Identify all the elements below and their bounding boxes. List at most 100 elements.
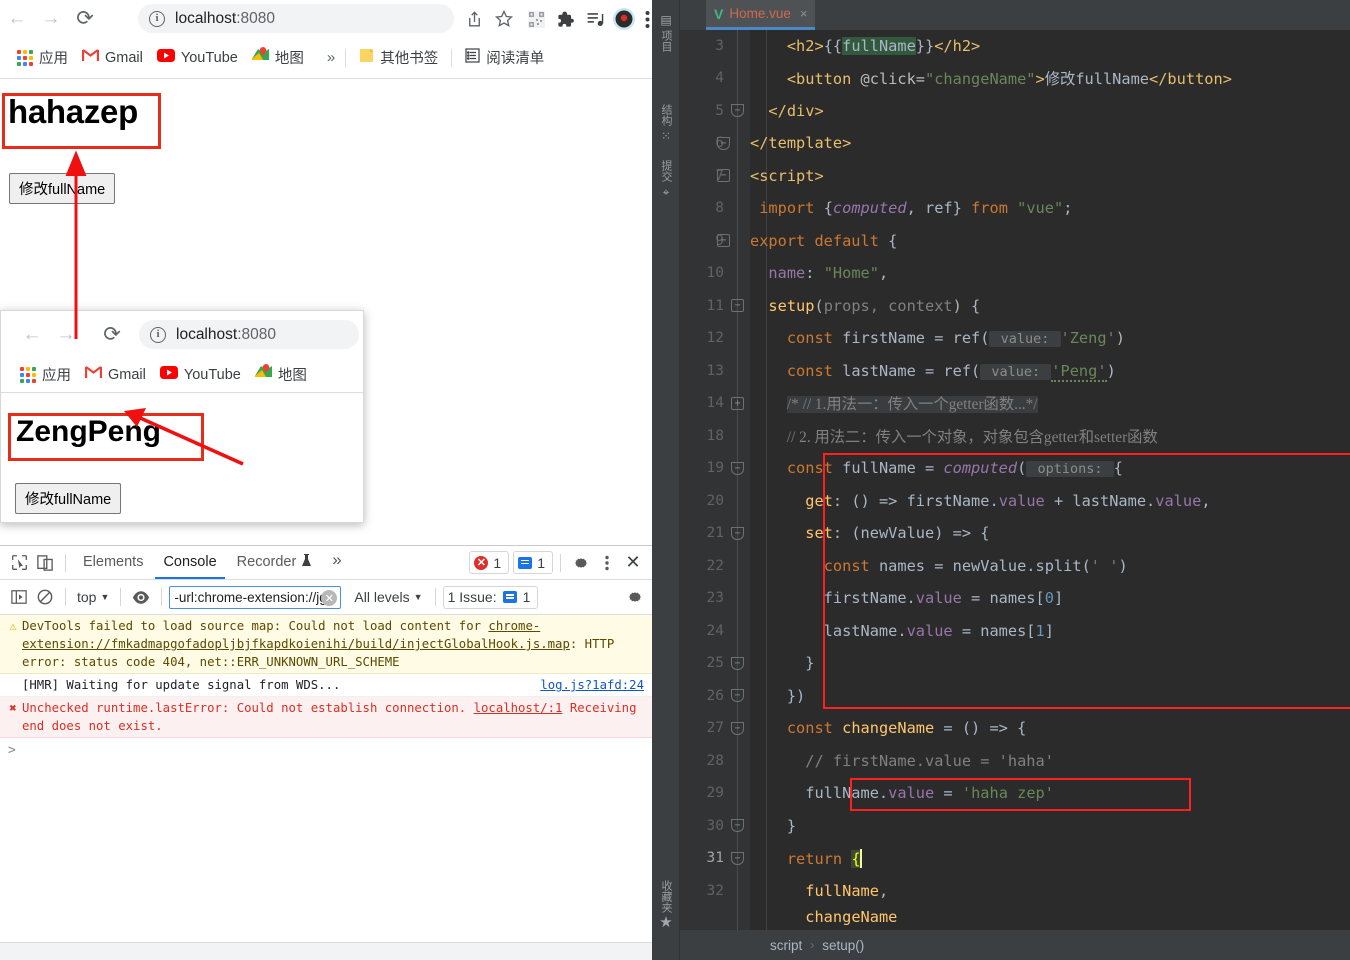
line-number: 5 <box>715 102 724 119</box>
gmail-icon <box>85 366 102 383</box>
inset-address-bar[interactable]: i localhost:8080 <box>139 320 359 349</box>
site-info-icon[interactable]: i <box>150 326 166 343</box>
folder-icon <box>359 48 374 67</box>
console-message-log[interactable]: [HMR] Waiting for update signal from WDS… <box>0 674 652 697</box>
fold-marker[interactable]: − <box>731 299 744 312</box>
bookmark-apps[interactable]: 应用 <box>13 361 78 388</box>
code-text: lastName.value = names[1] <box>750 621 1054 640</box>
line-number: 22 <box>706 557 724 574</box>
log-level-selector[interactable]: All levels ▼ <box>349 589 427 605</box>
clear-filter-icon[interactable]: ✕ <box>321 590 338 606</box>
reload-icon[interactable]: ⟳ <box>68 2 102 36</box>
bookmarks-overflow-icon[interactable]: » <box>323 49 339 66</box>
console-sidebar-icon[interactable] <box>6 584 32 610</box>
bookmark-apps[interactable]: 应用 <box>10 44 75 71</box>
info-count-badge[interactable]: 1 <box>513 551 553 574</box>
fold-marker[interactable]: − <box>731 656 744 670</box>
address-bar-text: localhost:8080 <box>175 10 275 28</box>
sidebar-item-favorites[interactable]: 收藏夹 ★ <box>652 880 680 930</box>
code-text: const changeName = () => { <box>786 719 1027 738</box>
device-toolbar-icon[interactable] <box>32 550 58 576</box>
address-bar[interactable]: i localhost:8080 <box>138 4 454 33</box>
sidebar-item-project[interactable]: ▤ 项目 <box>652 14 680 52</box>
console-message-text: Unchecked runtime.lastError: Could not e… <box>22 701 637 733</box>
bookmark-youtube[interactable]: YouTube <box>150 46 245 69</box>
forward-icon[interactable]: → <box>34 2 68 36</box>
error-count-badge[interactable]: ✕ 1 <box>469 551 510 574</box>
bookmark-maps[interactable]: 地图 <box>245 44 311 71</box>
issues-badge[interactable]: 1 Issue: 1 <box>442 585 539 609</box>
sidebar-item-commit[interactable]: 提交 ⌖ <box>652 160 680 198</box>
filter-text: -url:chrome-extension://jgp <box>174 589 335 605</box>
fold-marker[interactable]: − <box>717 136 730 150</box>
more-tabs-button[interactable]: » <box>322 547 351 578</box>
fold-marker[interactable]: − <box>731 721 744 735</box>
tab-home-vue[interactable]: V Home.vue × <box>706 0 816 30</box>
bookmark-other[interactable]: 其他书签 <box>352 44 445 71</box>
sidebar-item-structure[interactable]: 结构 ⁙ <box>652 104 680 142</box>
line-number: 28 <box>706 752 724 769</box>
fold-marker[interactable]: − <box>731 689 744 702</box>
execution-context-selector[interactable]: top ▼ <box>73 589 113 605</box>
indent-guide <box>737 30 738 930</box>
code-line: 11 − setup(props, context) { <box>707 290 1350 323</box>
fold-marker[interactable]: + <box>731 396 744 410</box>
code-editor[interactable]: 3 <h2>{{fullName}}</h2> 4 <button @click… <box>680 30 1350 930</box>
bookmark-gmail[interactable]: Gmail <box>75 46 150 69</box>
breadcrumb-item-setup[interactable]: setup() <box>822 938 864 953</box>
reading-list-button[interactable]: 阅读清单 <box>458 44 551 71</box>
console-filter-bar: top ▼ -url:chrome-extension://jgp ✕ All … <box>0 580 652 615</box>
bookmark-gmail[interactable]: Gmail <box>78 363 153 386</box>
fold-marker[interactable]: − <box>717 169 730 182</box>
breadcrumb-item-script[interactable]: script <box>770 938 802 953</box>
line-number: 23 <box>706 590 724 607</box>
change-fullname-button[interactable]: 修改fullName <box>9 173 116 204</box>
site-info-icon[interactable]: i <box>149 10 165 27</box>
fold-marker[interactable]: − <box>731 819 744 832</box>
console-prompt[interactable]: > <box>0 738 652 763</box>
forward-icon[interactable]: → <box>49 317 83 351</box>
fold-marker[interactable]: − <box>731 104 744 117</box>
line-number: 29 <box>706 785 724 802</box>
bookmark-youtube[interactable]: YouTube <box>153 363 248 386</box>
fold-marker[interactable]: − <box>731 461 744 475</box>
clear-console-icon[interactable] <box>32 584 58 610</box>
info-count: 1 <box>537 554 545 571</box>
kebab-menu-icon[interactable] <box>594 550 620 576</box>
bookmark-maps[interactable]: 地图 <box>248 361 314 388</box>
tab-elements[interactable]: Elements <box>73 547 153 578</box>
gear-icon[interactable] <box>568 550 594 576</box>
code-line: 13 const lastName = ref( value: 'Peng') <box>707 355 1350 388</box>
extensions-icon[interactable] <box>552 6 578 32</box>
inspect-element-icon[interactable] <box>6 550 32 576</box>
kebab-menu-icon[interactable] <box>634 6 652 32</box>
back-icon[interactable]: ← <box>0 2 34 36</box>
fold-marker[interactable]: − <box>731 851 744 865</box>
media-list-icon[interactable] <box>582 6 608 32</box>
close-icon[interactable]: ✕ <box>620 550 646 576</box>
fold-marker[interactable]: − <box>717 234 730 247</box>
back-icon[interactable]: ← <box>15 317 49 351</box>
live-expression-icon[interactable] <box>128 584 154 610</box>
reload-icon[interactable]: ⟳ <box>95 317 129 351</box>
code-line: 6 − </template> <box>715 127 1350 160</box>
close-icon[interactable]: × <box>800 6 808 21</box>
inset-change-fullname-button[interactable]: 修改fullName <box>15 483 122 514</box>
bookmark-label: 地图 <box>277 368 307 384</box>
source-link[interactable]: log.js?1afd:24 <box>540 676 644 694</box>
address-host: localhost <box>175 9 237 27</box>
code-line: 21 − set: (newValue) => { <box>707 517 1350 550</box>
code-line: 14 + /* // 1.用法一：传入一个getter函数...*/ <box>707 387 1350 420</box>
console-filter-input[interactable]: -url:chrome-extension://jgp ✕ <box>169 585 342 609</box>
star-icon[interactable] <box>491 6 517 32</box>
console-message-warning[interactable]: ⚠ DevTools failed to load source map: Co… <box>0 615 652 674</box>
tab-recorder[interactable]: Recorder <box>227 547 323 579</box>
reading-list-icon <box>465 48 480 67</box>
fold-marker[interactable]: − <box>731 526 744 540</box>
console-message-error[interactable]: ✖ Unchecked runtime.lastError: Could not… <box>0 697 652 738</box>
tab-console[interactable]: Console <box>153 547 226 579</box>
share-icon[interactable] <box>461 6 487 32</box>
code-text: } <box>750 654 815 673</box>
qr-code-icon[interactable] <box>523 6 549 32</box>
gear-icon[interactable] <box>622 584 648 610</box>
